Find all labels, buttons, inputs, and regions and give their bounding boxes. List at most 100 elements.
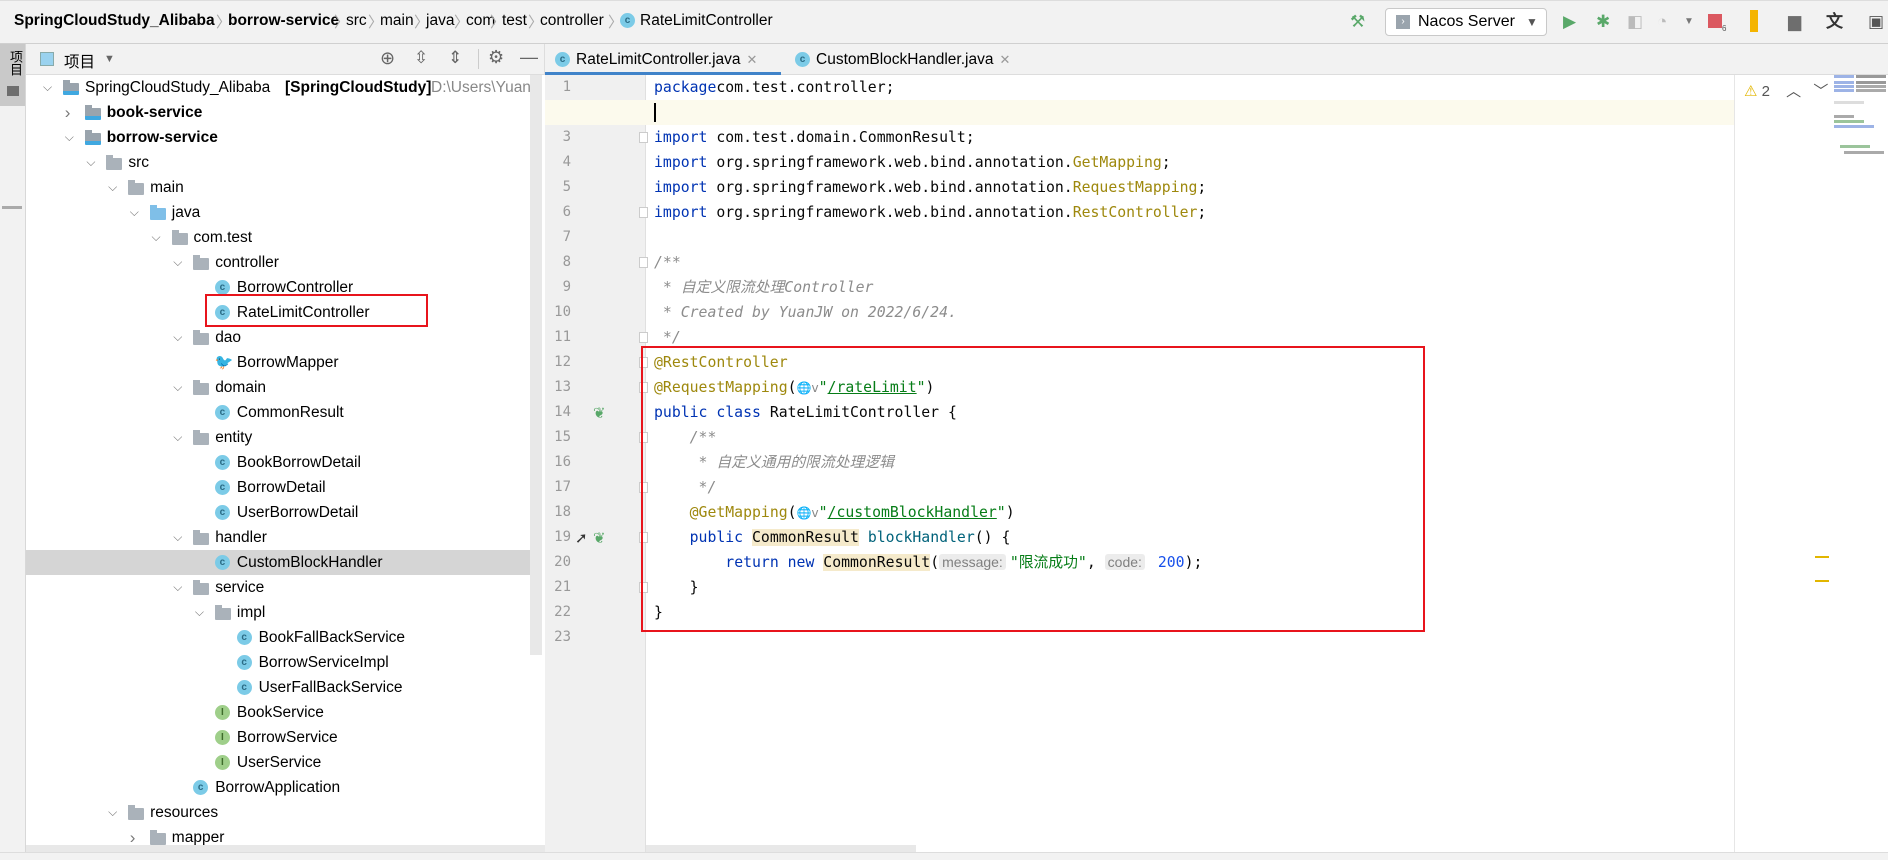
spring-bean-icon[interactable]: ❦ xyxy=(593,404,606,422)
interface-icon: I xyxy=(214,755,230,770)
run-configuration-dropdown[interactable]: › Nacos Server ▼ xyxy=(1385,8,1547,36)
breadcrumb-item[interactable]: c RateLimitController xyxy=(620,12,773,30)
tree-item[interactable]: ⌵ controller xyxy=(26,250,531,275)
breadcrumb-item[interactable]: src xyxy=(346,12,367,30)
fold-marker-icon[interactable] xyxy=(639,332,648,343)
minimize-icon[interactable]: — xyxy=(520,47,538,68)
project-structure-icon[interactable]: ▆ xyxy=(1788,12,1801,32)
fold-marker-icon[interactable] xyxy=(639,207,648,218)
tree-item[interactable]: c BookFallBackService xyxy=(26,625,531,650)
breadcrumb-item[interactable]: borrow-service xyxy=(228,12,339,30)
chevron-down-icon[interactable]: ⌵ xyxy=(195,600,204,625)
close-icon[interactable]: ✕ xyxy=(747,52,758,67)
code-line[interactable]: * Created by YuanJW on 2022/6/24. xyxy=(654,300,957,325)
tree-item[interactable]: ⌵ src xyxy=(26,150,531,175)
project-tool-tab[interactable]: 项目 xyxy=(0,44,25,106)
close-icon[interactable]: ✕ xyxy=(999,52,1010,67)
chevron-down-icon[interactable]: ⌵ xyxy=(152,225,161,250)
code-minimap[interactable] xyxy=(1830,75,1888,165)
inspection-widget[interactable]: ⚠ 2 ︿ ﹀ xyxy=(1740,80,1833,100)
horizontal-scrollbar[interactable] xyxy=(26,845,916,852)
breadcrumb-item[interactable]: SpringCloudStudy_Alibaba xyxy=(14,12,215,30)
chevron-down-icon[interactable]: ⌵ xyxy=(173,525,182,550)
code-line[interactable]: import com.test.domain.CommonResult; xyxy=(654,125,975,150)
chevron-down-icon[interactable]: ⌵ xyxy=(130,200,139,225)
chevron-down-icon[interactable]: ⌵ xyxy=(173,575,182,600)
tree-item[interactable]: I BookService xyxy=(26,700,531,725)
tree-item[interactable]: ⌵ dao xyxy=(26,325,531,350)
chevron-down-icon[interactable]: ⌵ xyxy=(173,325,182,350)
chevron-down-icon[interactable]: ▼ xyxy=(1684,12,1694,32)
gear-icon[interactable]: ⚙ xyxy=(488,47,504,68)
chevron-down-icon[interactable]: ⌵ xyxy=(65,125,74,150)
chevron-down-icon[interactable]: ⌵ xyxy=(108,175,117,200)
tree-item[interactable]: c BorrowDetail xyxy=(26,475,531,500)
warning-marker[interactable] xyxy=(1815,580,1829,582)
chevron-right-icon[interactable]: › xyxy=(65,100,71,125)
code-line[interactable]: /** xyxy=(654,250,681,275)
chevron-down-icon[interactable]: ⌵ xyxy=(173,250,182,275)
run-endpoint-icon[interactable]: ➚ xyxy=(575,529,588,547)
tree-item[interactable]: ⌵ entity xyxy=(26,425,531,450)
run-icon[interactable]: ▶ xyxy=(1563,12,1576,32)
tree-item[interactable]: ⌵ borrow-service xyxy=(26,125,531,150)
vcs-update-icon[interactable] xyxy=(1750,10,1758,32)
tree-item[interactable]: ⌵ java xyxy=(26,200,531,225)
tree-item[interactable]: 🐦 BorrowMapper xyxy=(26,350,531,375)
previous-highlight-icon[interactable]: ︿ xyxy=(1786,83,1801,100)
tree-item[interactable]: ⌵ resources xyxy=(26,800,531,825)
tree-item[interactable]: c UserBorrowDetail xyxy=(26,500,531,525)
chevron-down-icon[interactable]: ▼ xyxy=(104,53,115,65)
spring-bean-icon[interactable]: ❦ xyxy=(593,529,606,547)
breadcrumb-item[interactable]: controller xyxy=(540,12,604,30)
drag-handle[interactable] xyxy=(2,206,22,209)
stop-icon[interactable] xyxy=(1708,14,1722,28)
coverage-icon[interactable]: ◧ xyxy=(1627,12,1643,32)
fold-marker-icon[interactable] xyxy=(639,132,648,143)
collapse-all-icon[interactable]: ⇕ xyxy=(448,48,462,68)
chevron-down-icon[interactable]: ⌵ xyxy=(173,425,182,450)
editor-tab[interactable]: c CustomBlockHandler.java ✕ xyxy=(785,44,1021,75)
tree-item[interactable]: ⌵ main xyxy=(26,175,531,200)
tree-item[interactable]: I UserService xyxy=(26,750,531,775)
tree-item[interactable]: c CustomBlockHandler xyxy=(26,550,531,575)
tree-item[interactable]: I BorrowService xyxy=(26,725,531,750)
tree-item[interactable]: ⌵ service xyxy=(26,575,531,600)
chevron-down-icon[interactable]: ⌵ xyxy=(173,375,182,400)
project-panel-title[interactable]: 项目 xyxy=(64,50,95,72)
chevron-down-icon[interactable]: ⌵ xyxy=(43,75,52,100)
tree-item[interactable]: c BorrowApplication xyxy=(26,775,531,800)
locate-icon[interactable]: ⊕ xyxy=(380,48,395,69)
code-line[interactable]: import org.springframework.web.bind.anno… xyxy=(654,150,1171,175)
code-line[interactable]: packagecom.test.controller; xyxy=(654,75,895,100)
breadcrumb-item[interactable]: java xyxy=(426,12,454,30)
hammer-icon[interactable]: ⚒ xyxy=(1350,12,1365,32)
code-line[interactable]: * 自定义限流处理Controller xyxy=(654,275,873,300)
tree-item[interactable]: ⌵ handler xyxy=(26,525,531,550)
next-highlight-icon[interactable]: ﹀ xyxy=(1813,83,1828,100)
code-line[interactable]: import org.springframework.web.bind.anno… xyxy=(654,200,1206,225)
presentation-icon[interactable]: ▣ xyxy=(1868,12,1884,32)
translate-icon[interactable]: 文 xyxy=(1826,12,1843,32)
tree-item[interactable]: › book-service xyxy=(26,100,531,125)
breadcrumb-item[interactable]: main xyxy=(380,12,414,30)
chevron-down-icon[interactable]: ⌵ xyxy=(108,800,117,825)
expand-all-icon[interactable]: ⇳ xyxy=(414,48,428,68)
warning-marker[interactable] xyxy=(1815,556,1829,558)
warning-icon: ⚠ xyxy=(1744,83,1758,100)
tree-item[interactable]: c BookBorrowDetail xyxy=(26,450,531,475)
tree-item[interactable]: ⌵ impl xyxy=(26,600,531,625)
code-line[interactable]: import org.springframework.web.bind.anno… xyxy=(654,175,1206,200)
editor-tab[interactable]: c RateLimitController.java ✕ xyxy=(545,44,781,75)
tree-item[interactable]: ⌵ com.test xyxy=(26,225,531,250)
tree-item[interactable]: c CommonResult xyxy=(26,400,531,425)
tree-item[interactable]: ⌵ domain xyxy=(26,375,531,400)
breadcrumb-item[interactable]: test xyxy=(502,12,527,30)
tree-item[interactable]: c BorrowServiceImpl xyxy=(26,650,531,675)
debug-icon[interactable]: ✱ xyxy=(1596,12,1610,32)
chevron-down-icon[interactable]: ⌵ xyxy=(86,150,95,175)
fold-marker-icon[interactable] xyxy=(639,257,648,268)
profile-icon[interactable]: ◔ xyxy=(1657,12,1667,32)
tree-item[interactable]: c UserFallBackService xyxy=(26,675,531,700)
tree-item[interactable]: ⌵ SpringCloudStudy_Alibaba [SpringCloudStu… xyxy=(26,75,539,100)
